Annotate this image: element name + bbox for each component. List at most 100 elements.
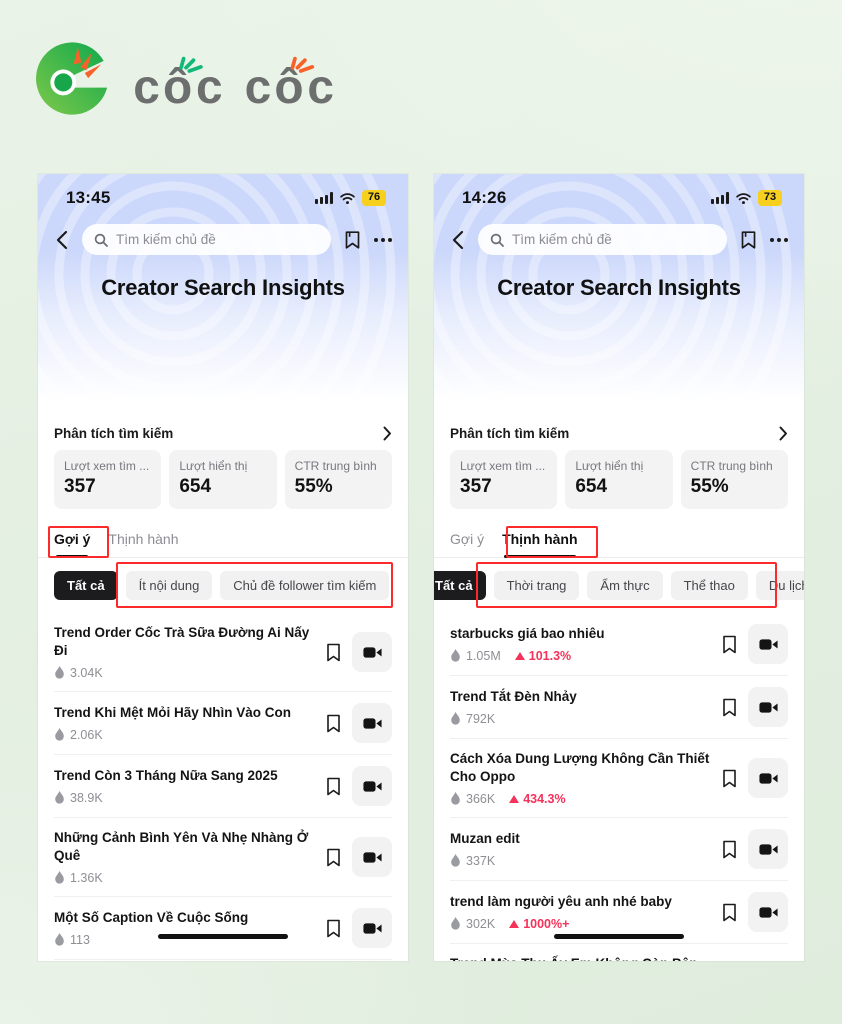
app-header-left: 13:45 76 Tìm kiếm chủ đề Creator Search … [38,174,408,402]
stat-label: Lượt xem tìm ... [460,459,546,473]
chip-thoi-trang[interactable]: Thời trang [493,571,580,600]
create-video-button[interactable] [748,624,788,664]
tab-goi-y[interactable]: Gợi ý [54,531,90,557]
chip-am-thuc[interactable]: Ẩm thực [587,571,663,600]
more-dots-icon[interactable] [770,237,788,242]
bookmark-icon[interactable] [721,698,738,717]
bookmark-icon[interactable] [721,840,738,859]
more-dots-icon[interactable] [374,237,392,242]
bookmark-icon[interactable] [721,769,738,788]
stat-card: Lượt xem tìm ... 357 [54,450,162,509]
flame-icon [55,666,64,679]
flame-icon [55,791,64,804]
chip-tat-ca[interactable]: Tất cả [54,571,118,600]
list-item-title: Trend Mùa Thu Ấy Em Không Còn Bên Cạnh A… [450,955,711,961]
signal-bars-icon [315,192,333,204]
stat-label: Lượt hiển thị [179,459,248,473]
chevron-left-icon[interactable] [450,230,466,250]
chip-the-thao[interactable]: Thể thao [670,571,748,600]
popularity-metric: 792K [450,712,495,726]
create-video-button[interactable] [352,766,392,807]
video-camera-icon [362,780,382,792]
flame-icon [451,712,460,725]
list-item[interactable]: Trend Tắt Đèn Nhảy 792K [450,676,788,739]
trend-delta: 101.3% [514,649,571,663]
tab-bar: Gợi ý Thịnh hành [434,526,804,558]
popularity-count: 113 [70,933,90,948]
insights-header[interactable]: Phân tích tìm kiếm [450,426,788,441]
create-video-button[interactable] [352,908,392,949]
stat-value: 357 [460,476,492,497]
tab-thinh-hanh[interactable]: Thịnh hành [108,531,178,557]
video-camera-icon [362,646,382,658]
triangle-up-icon [509,920,520,929]
tab-goi-y[interactable]: Gợi ý [450,531,484,557]
list-item[interactable]: Cách Xóa Dung Lượng Không Cần Thiết Cho … [450,739,788,819]
list-item-title: Trend Còn 3 Tháng Nữa Sang 2025 [54,768,278,784]
create-video-button[interactable] [748,892,788,933]
list-item[interactable]: Trend Khi Mệt Mỏi Hãy Nhìn Vào Con 2.06K [54,692,392,756]
create-video-button[interactable] [748,687,788,727]
bookmark-icon[interactable] [721,635,738,654]
list-item[interactable]: Những Cảnh Bình Yên Và Nhẹ Nhàng Ở Quê 1… [54,818,392,898]
list-item-title: Trend Tắt Đèn Nhảy [450,688,577,704]
chevron-right-icon[interactable] [779,426,788,441]
tab-thinh-hanh[interactable]: Thịnh hành [502,531,577,557]
popularity-metric: 366K [450,792,495,806]
list-item[interactable]: starbucks giá bao nhiêu 1.05M 101.3% [450,613,788,676]
stat-label: CTR trung bình [690,459,773,473]
flame-icon [451,917,460,930]
stat-cards: Lượt xem tìm ... 357 Lượt hiển thị 654 C… [450,450,788,509]
list-item-title: Trend Order Cốc Trà Sữa Đường Ai Nấy Đi [54,625,310,659]
bookmark-icon[interactable] [325,919,342,938]
chevron-left-icon[interactable] [54,230,70,250]
bookmark-icon[interactable] [325,714,342,733]
bookmark-icon[interactable] [721,903,738,922]
flame-icon [451,649,460,662]
status-clock: 13:45 [66,188,111,207]
tab-label: Thịnh hành [502,531,578,547]
chip-du-lich[interactable]: Du lịch [755,571,804,600]
bookmark-icon[interactable] [325,643,342,662]
bookmark-icon[interactable] [343,230,362,250]
popularity-count: 1.05M [466,649,501,664]
chip-chu-de-follower[interactable]: Chủ đề follower tìm kiếm [220,571,390,600]
battery-badge: 73 [758,190,782,206]
insights-label: Phân tích tìm kiếm [450,426,570,441]
search-insights-section: Phân tích tìm kiếm Lượt xem tìm ... 357 … [38,426,408,509]
list-item[interactable]: Trend Ước Gì Anh Up Ảnh Em Với Bài Này 1… [54,960,392,961]
list-item[interactable]: Muzan edit 337K [450,818,788,882]
list-item[interactable]: Trend Order Cốc Trà Sữa Đường Ai Nấy Đi … [54,613,392,693]
create-video-button[interactable] [352,632,392,673]
bookmark-icon[interactable] [325,848,342,867]
list-item[interactable]: Trend Mùa Thu Ấy Em Không Còn Bên Cạnh A… [450,944,788,961]
wifi-icon [340,192,355,204]
wifi-icon [736,192,751,204]
popularity-metric: 2.06K [54,728,103,742]
search-input[interactable]: Tìm kiếm chủ đề [478,224,727,255]
popularity-count: 366K [466,792,496,807]
popularity-metric: 113 [54,933,90,947]
popularity-metric: 3.04K [54,666,103,680]
bookmark-icon[interactable] [739,230,758,250]
stat-value: 357 [64,476,96,497]
flame-icon [451,792,460,805]
svg-text:c: c [307,61,335,114]
popularity-count: 302K [466,917,496,932]
status-bar: 14:26 73 [434,174,804,216]
stat-value: 654 [179,476,212,497]
create-video-button[interactable] [748,758,788,799]
stat-value: 55% [294,476,333,497]
list-item[interactable]: Một Số Caption Về Cuộc Sống 113 [54,897,392,961]
search-input[interactable]: Tìm kiếm chủ đề [82,224,331,255]
chip-it-noi-dung[interactable]: Ít nội dung [125,571,213,600]
insights-header[interactable]: Phân tích tìm kiếm [54,426,392,441]
create-video-button[interactable] [352,837,392,878]
chevron-right-icon[interactable] [383,426,392,441]
popularity-count: 3.04K [70,666,103,681]
bookmark-icon[interactable] [325,777,342,796]
list-item[interactable]: Trend Còn 3 Tháng Nữa Sang 2025 38.9K [54,755,392,819]
create-video-button[interactable] [748,829,788,870]
chip-tat-ca[interactable]: Tất cả [434,571,486,600]
create-video-button[interactable] [352,703,392,744]
